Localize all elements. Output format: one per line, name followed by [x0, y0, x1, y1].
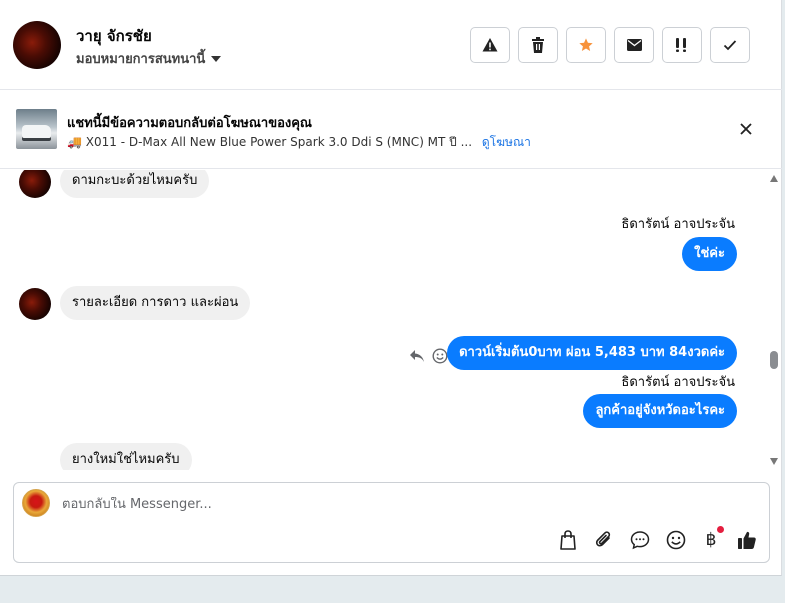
assign-conversation-dropdown[interactable]: มอบหมายการสนทนานี้: [76, 48, 222, 69]
contact-avatar[interactable]: [13, 21, 61, 69]
saved-reply-button[interactable]: [629, 529, 651, 551]
message-thread: ดามกะบะด้วยไหมครับ ธิดารัตน์ อาจประจัน ใ…: [0, 170, 766, 470]
emoji-icon: [666, 530, 686, 550]
report-button[interactable]: [470, 27, 510, 63]
trash-icon: [532, 37, 544, 53]
bag-icon: [560, 530, 576, 550]
mark-done-button[interactable]: [710, 27, 750, 63]
thumbs-up-icon: [738, 531, 756, 549]
notification-dot: [717, 526, 724, 533]
envelope-icon: [626, 39, 642, 51]
thumbs-up-button[interactable]: [736, 529, 758, 551]
caret-down-icon: [211, 55, 222, 62]
ad-banner-subtitle: 🚚 X011 - D-Max All New Blue Power Spark …: [67, 133, 531, 152]
message-composer: ฿: [13, 482, 770, 563]
spam-button[interactable]: [662, 27, 702, 63]
assign-label: มอบหมายการสนทนานี้: [76, 52, 206, 67]
close-banner-button[interactable]: [737, 120, 755, 138]
reply-icon[interactable]: [409, 348, 425, 367]
message-bubble-outgoing[interactable]: ลูกค้าอยู่จังหวัดอะไรคะ: [583, 394, 737, 428]
delete-button[interactable]: [518, 27, 558, 63]
sender-avatar: [19, 170, 51, 198]
ad-reply-banner: แชทนี้มีข้อความตอบกลับต่อโฆษณาของคุณ 🚚 X…: [0, 91, 782, 169]
ad-subtitle-text: 🚚 X011 - D-Max All New Blue Power Spark …: [67, 135, 473, 149]
view-ad-link[interactable]: ดูโฆษณา: [482, 135, 531, 149]
message-bubble-incoming[interactable]: ยางใหม่ใช่ไหมครับ: [60, 443, 192, 470]
ad-thumbnail[interactable]: [16, 109, 57, 149]
emoji-button[interactable]: [665, 529, 687, 551]
message-sender-name: ธิดารัตน์ อาจประจัน: [621, 375, 735, 390]
star-icon: [579, 38, 593, 51]
reply-input[interactable]: [62, 497, 662, 512]
close-icon: [740, 123, 752, 135]
checkmark-icon: [723, 40, 737, 51]
attachment-button[interactable]: [593, 529, 615, 551]
saved-reply-icon: [630, 531, 650, 550]
messenger-window: วายุ จักรชัย มอบหมายการสนทนานี้ แชทนี้มี…: [0, 0, 782, 576]
contact-name[interactable]: วายุ จักรชัย: [76, 24, 152, 48]
spam-icon: [676, 38, 686, 52]
star-button[interactable]: [566, 27, 606, 63]
baht-icon: ฿: [705, 530, 717, 550]
page-avatar: [22, 489, 50, 517]
react-emoji-icon[interactable]: [432, 348, 448, 368]
warning-icon: [482, 38, 498, 52]
attachment-icon: [595, 531, 611, 547]
message-bubble-incoming[interactable]: ดามกะบะด้วยไหมครับ: [60, 170, 210, 198]
sender-avatar: [19, 288, 51, 320]
ad-banner-title: แชทนี้มีข้อความตอบกลับต่อโฆษณาของคุณ: [67, 116, 312, 131]
message-sender-name: ธิดารัตน์ อาจประจัน: [621, 217, 735, 232]
mark-unread-button[interactable]: [614, 27, 654, 63]
bag-button[interactable]: [557, 529, 579, 551]
conversation-header: วายุ จักรชัย มอบหมายการสนทนานี้: [0, 0, 782, 90]
scroll-up-arrow[interactable]: [770, 175, 778, 182]
message-bubble-outgoing[interactable]: ใช่ค่ะ: [682, 237, 737, 271]
scroll-down-arrow[interactable]: [770, 458, 778, 465]
message-bubble-outgoing[interactable]: ดาวน์เริ่มต้น0บาท ผ่อน 5,483 บาท 84งวดค่…: [447, 336, 737, 370]
message-bubble-incoming[interactable]: รายละเอียด การดาว และผ่อน: [60, 286, 251, 320]
scrollbar-thumb[interactable]: [770, 351, 778, 369]
